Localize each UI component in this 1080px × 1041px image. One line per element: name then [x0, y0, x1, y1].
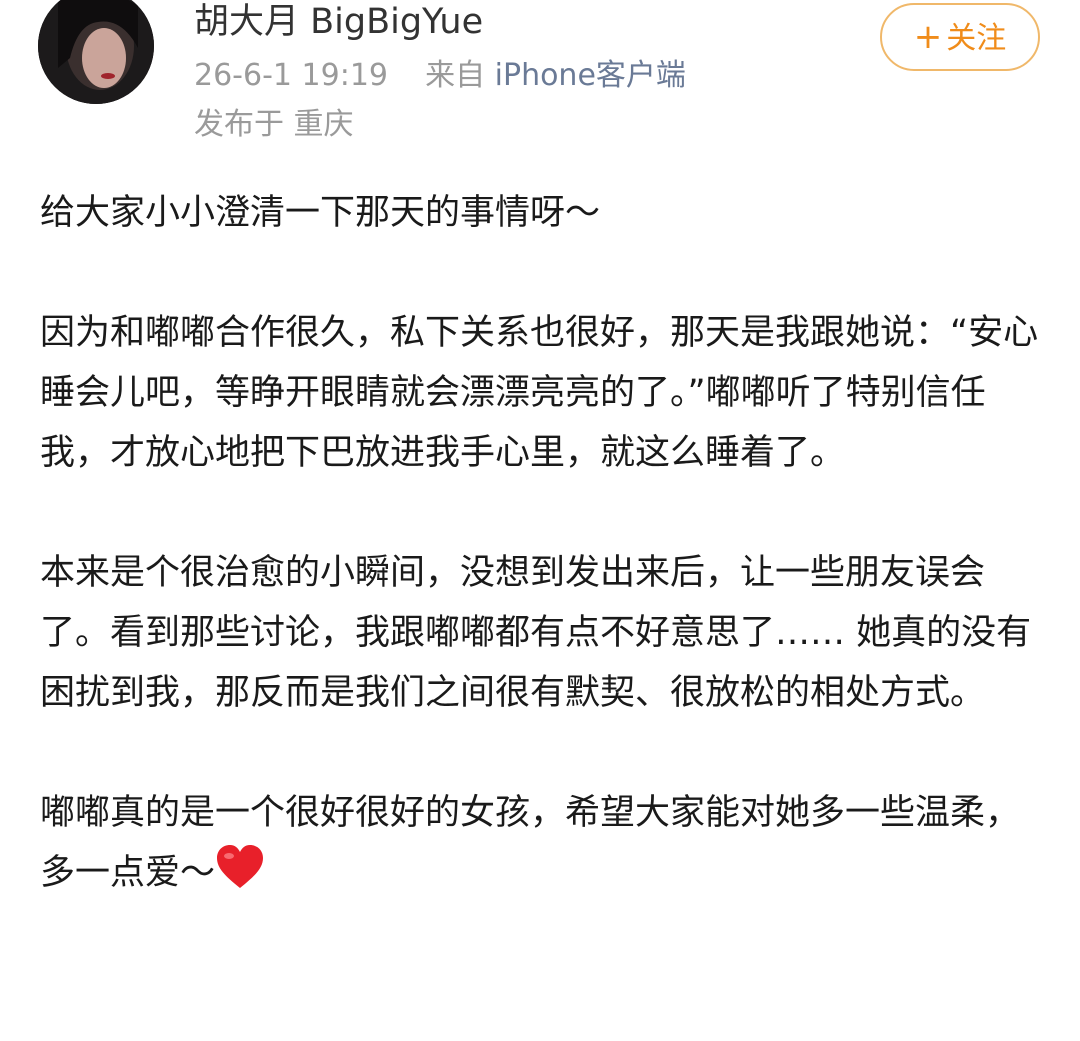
author-name[interactable]: 胡大月 BigBigYue: [194, 2, 483, 42]
post-paragraph: 给大家小小澄清一下那天的事情呀～: [40, 193, 601, 233]
post-header: 胡大月 BigBigYue 26-6-1 19:19 来自 iPhone客户端 …: [0, 0, 1080, 160]
avatar-image: [38, 0, 154, 104]
post-paragraph-last: 嘟嘟真的是一个很好很好的女孩，希望大家能对她多一些温柔，多一点爱～: [40, 783, 1040, 903]
follow-button[interactable]: + 关注: [880, 3, 1040, 71]
post-content: 给大家小小澄清一下那天的事情呀～ 因为和嘟嘟合作很久，私下关系也很好，那天是我跟…: [40, 183, 1040, 903]
red-heart-icon: [217, 845, 264, 888]
post-paragraph: 因为和嘟嘟合作很久，私下关系也很好，那天是我跟她说：“安心睡会儿吧，等睁开眼睛就…: [40, 313, 1039, 473]
follow-label: 关注: [946, 21, 1007, 56]
source-app-link[interactable]: iPhone客户端: [495, 58, 686, 93]
plus-icon: +: [913, 17, 943, 57]
source-prefix: 来自: [425, 58, 486, 93]
post-meta: 26-6-1 19:19 来自 iPhone客户端: [194, 57, 686, 95]
post-timestamp: 26-6-1 19:19: [194, 58, 388, 93]
post-location: 发布于 重庆: [194, 107, 354, 142]
post-paragraph: 本来是个很治愈的小瞬间，没想到发出来后，让一些朋友误会了。看到那些讨论，我跟嘟嘟…: [40, 553, 1032, 713]
post-paragraph-text: 嘟嘟真的是一个很好很好的女孩，希望大家能对她多一些温柔，多一点爱～: [40, 793, 1021, 893]
user-avatar[interactable]: [38, 0, 154, 104]
